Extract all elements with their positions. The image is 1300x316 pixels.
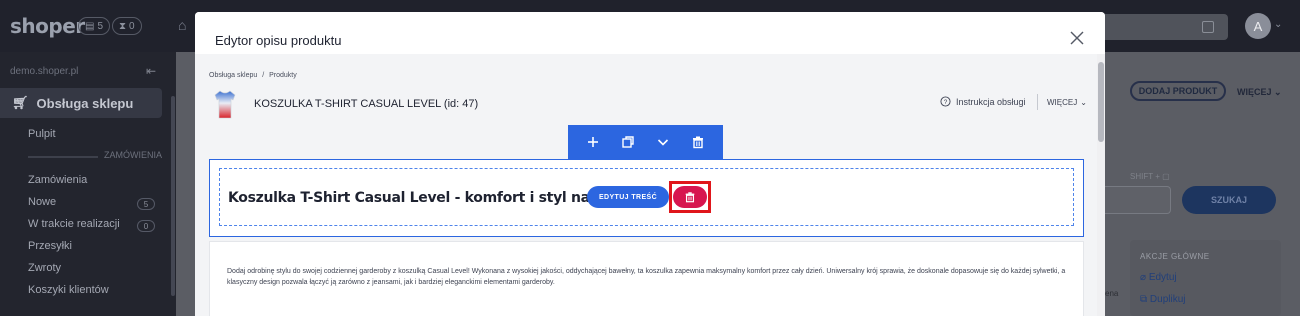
hourglass-icon: ⧗ [119,20,127,32]
count-badge: 5 [137,198,155,210]
duplicate-action-label: Duplikuj [1149,294,1186,305]
modal-title: Edytor opisu produktu [215,33,342,48]
badge-count: 5 [97,20,104,32]
block-toolbar [568,125,723,159]
sidebar-item-abandoned-carts[interactable]: Koszyki klientów [28,284,109,296]
product-thumbnail [214,90,236,119]
collapse-sidebar-icon[interactable]: ⇤ [146,64,156,78]
more-label: WIĘCEJ [1237,87,1272,97]
sidebar-item-dashboard[interactable]: Pulpit [28,128,56,140]
global-search-input[interactable] [1100,14,1228,40]
product-description-editor-modal: Edytor opisu produktu Obsługa sklepu / P… [195,12,1105,316]
sidebar: demo.shoper.pl ⇤ 🛒︎ Obsługa sklepu Pulpi… [0,52,176,316]
more-menu-button[interactable]: WIĘCEJ ⌄ [1047,98,1087,107]
block-inner: Koszulka T-Shirt Casual Level - komfort … [219,168,1074,226]
sidebar-scrollbar[interactable] [171,96,175,296]
main-actions-title: AKCJE GŁÓWNE [1140,252,1210,261]
avatar[interactable]: A [1245,13,1271,39]
edit-action-link[interactable]: ⌀ Edytuj [1140,272,1177,283]
notifications-badge[interactable]: ▤ 5 [78,17,111,35]
trash-icon: ⌂ [178,17,187,33]
trash-icon [685,192,695,203]
search-input[interactable] [1105,186,1171,214]
svg-text:?: ? [944,99,948,106]
divider [28,156,98,158]
add-product-button[interactable]: DODAJ PRODUKT [1130,81,1226,101]
badge-count: 0 [129,20,135,32]
product-description-text: Dodaj odrobinę stylu do swojej codzienne… [227,268,1066,286]
help-link-label: Instrukcja obsługi [956,96,1026,107]
hourglass-badge[interactable]: ⧗ 0 [112,17,142,35]
product-title: KOSZULKA T-SHIRT CASUAL LEVEL (id: 47) [254,98,479,110]
sidebar-item-in-progress[interactable]: W trakcie realizacji [28,218,120,230]
partial-text: ena [1105,289,1119,298]
duplicate-block-button[interactable] [616,130,640,154]
store-domain[interactable]: demo.shoper.pl [10,66,78,77]
divider [1037,94,1038,110]
breadcrumb: Obsługa sklepu / Produkty [209,72,297,79]
close-icon[interactable] [1067,28,1087,48]
shoper-logo[interactable]: shoper [10,14,85,38]
chevron-down-icon [657,139,668,146]
plus-icon [588,137,599,147]
search-button[interactable]: SZUKAJ [1182,186,1276,214]
breadcrumb-separator: / [262,72,265,79]
trash-icon [692,136,703,149]
selected-content-block[interactable]: Koszulka T-Shirt Casual Level - komfort … [209,159,1084,237]
delete-block-button[interactable] [686,130,710,154]
more-label: WIĘCEJ [1047,98,1078,107]
duplicate-action-link[interactable]: ⧉ Duplikuj [1140,294,1186,305]
sidebar-item-new[interactable]: Nowe [28,196,56,208]
keyboard-icon [1202,21,1214,33]
sidebar-item-shipments[interactable]: Przesyłki [28,240,72,252]
chevron-down-icon: ⌄ [1080,98,1087,107]
breadcrumb-item-products[interactable]: Produkty [269,72,297,79]
document-icon: ▤ [85,20,95,32]
sidebar-group-label: ZAMÓWIENIA [104,150,162,160]
cart-icon: 🛒︎ [12,95,29,110]
edit-content-button[interactable]: EDYTUJ TREŚĆ [587,186,669,208]
sidebar-section-label: Obsługa sklepu [36,95,134,111]
move-down-button[interactable] [651,130,675,154]
modal-header: Edytor opisu produktu [195,12,1105,54]
sidebar-section-store[interactable]: 🛒︎ Obsługa sklepu [0,88,162,118]
shortcut-hint: SHIFT + ▢ [1130,172,1170,181]
sidebar-item-orders[interactable]: Zamówienia [28,174,87,186]
breadcrumb-item-store[interactable]: Obsługa sklepu [209,72,257,79]
duplicate-icon [622,136,634,148]
modal-scrollbar-thumb[interactable] [1098,62,1104,142]
help-link[interactable]: ? Instrukcja obsługi [940,96,1026,107]
text-content-block[interactable]: Dodaj odrobinę stylu do swojej codzienne… [209,241,1084,316]
sidebar-item-returns[interactable]: Zwroty [28,262,61,274]
add-block-button[interactable] [581,130,605,154]
delete-element-button[interactable] [673,186,707,208]
edit-action-label: Edytuj [1148,272,1177,283]
more-menu-button[interactable]: WIĘCEJ ⌄ [1237,87,1282,98]
shortcut-label: SHIFT + [1130,172,1160,181]
help-icon: ? [940,96,951,107]
count-badge: 0 [137,220,155,232]
chevron-down-icon[interactable]: ⌄ [1274,19,1282,30]
